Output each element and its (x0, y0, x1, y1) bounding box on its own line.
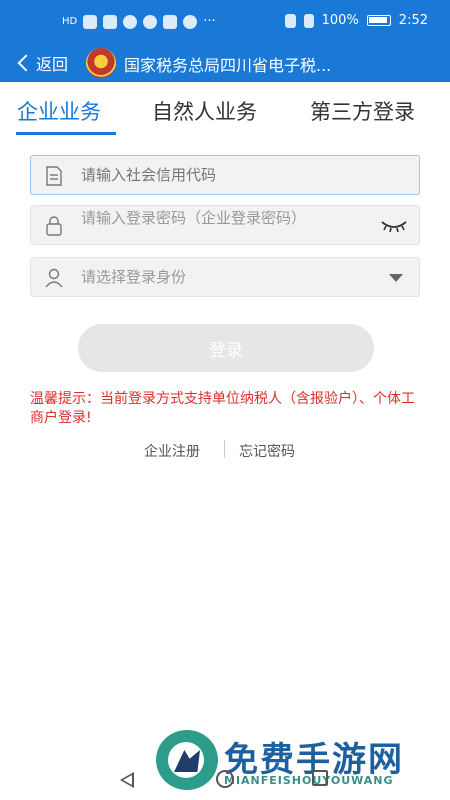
battery-icon (366, 15, 391, 26)
page-title: 国家税务总局四川省电子税... (124, 56, 332, 75)
status-right: 100% 2:52 (284, 13, 428, 28)
forgot-password-link[interactable]: 忘记密码 (239, 441, 295, 461)
chevron-left-icon (17, 54, 35, 72)
eye-closed-icon[interactable] (381, 219, 407, 233)
active-tab-indicator (16, 132, 116, 135)
signal-icon (83, 14, 98, 29)
user-icon (45, 268, 63, 288)
system-recents-icon[interactable] (312, 770, 328, 786)
battery-percent: 100% (321, 13, 359, 28)
identity-select-placeholder: 请选择登录身份 (81, 268, 187, 286)
credit-code-input[interactable] (81, 156, 371, 194)
cloud-icon (183, 14, 198, 29)
more-notifications-icon: ··· (203, 14, 216, 29)
tab-natural-person[interactable]: 自然人业务 (152, 96, 257, 126)
app-notification-icon (123, 14, 138, 29)
caret-down-icon (389, 274, 403, 282)
register-link[interactable]: 企业注册 (144, 441, 200, 461)
link-divider (224, 440, 225, 458)
login-button[interactable]: 登录 (78, 324, 374, 372)
credit-code-field[interactable] (30, 155, 420, 195)
document-icon (46, 166, 62, 186)
back-button[interactable]: 返回 (14, 50, 68, 76)
password-field[interactable]: 请输入登录密码（企业登录密码） (30, 205, 420, 245)
app-notification-icon (163, 14, 178, 29)
lock-icon (46, 216, 62, 236)
tab-enterprise[interactable]: 企业业务 (17, 96, 101, 126)
tax-emblem-logo (86, 48, 116, 78)
hd-indicator: HD (62, 16, 78, 27)
account-links: 企业注册 忘记密码 (0, 440, 450, 460)
status-bar: HD ··· 100% 2:52 (0, 0, 450, 44)
nav-bar: 返回 国家税务总局四川省电子税... (0, 44, 450, 82)
system-home-icon[interactable] (216, 770, 234, 788)
tab-third-party[interactable]: 第三方登录 (310, 96, 415, 126)
status-left: HD ··· (62, 14, 216, 29)
password-input[interactable]: 请输入登录密码（企业登录密码） (81, 210, 371, 227)
identity-select[interactable]: 请选择登录身份 (30, 257, 420, 297)
app-notification-icon (143, 14, 158, 29)
back-label: 返回 (36, 55, 69, 74)
system-back-icon[interactable] (120, 772, 134, 788)
nfc-icon (284, 13, 296, 28)
wifi-icon (103, 14, 118, 29)
clock: 2:52 (398, 13, 428, 28)
bluetooth-off-icon (303, 13, 314, 28)
warm-tip: 温馨提示：当前登录方式支持单位纳税人（含报验户）、个体工商户登录! (30, 391, 415, 426)
login-tabs: 企业业务 自然人业务 第三方登录 (0, 90, 450, 135)
system-nav-bar (0, 766, 450, 800)
